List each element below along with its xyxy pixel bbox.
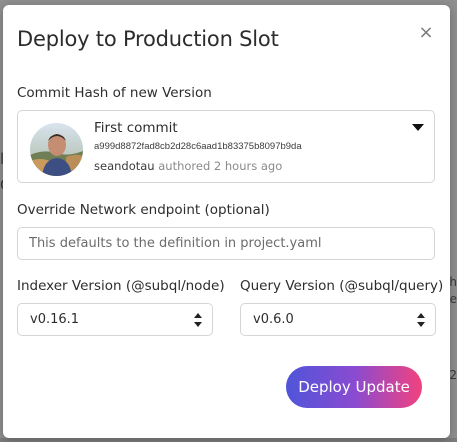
indexer-version-label: Indexer Version (@subql/node) [17, 278, 225, 294]
indexer-version-select[interactable]: v0.16.1 [17, 303, 213, 336]
up-down-arrows-icon [194, 313, 202, 327]
commit-hash-label: Commit Hash of new Version [17, 85, 212, 101]
query-version-label: Query Version (@subql/query) [240, 278, 444, 294]
commit-author: seandotau [94, 159, 155, 173]
close-icon[interactable]: × [416, 23, 436, 43]
avatar [30, 123, 83, 176]
up-down-arrows-icon [417, 313, 425, 327]
network-endpoint-input[interactable] [17, 227, 435, 260]
indexer-version-value: v0.16.1 [30, 312, 80, 327]
deploy-update-button[interactable]: Deploy Update [286, 366, 422, 408]
background-fragment: h [449, 275, 457, 289]
commit-title: First commit [94, 120, 178, 136]
commit-select[interactable]: First commit a999d8872fad8cb2d28c6aad1b8… [17, 110, 435, 183]
caret-down-icon[interactable] [412, 124, 424, 131]
background-bar [0, 438, 457, 442]
commit-meta: seandotau authored 2 hours ago [94, 159, 282, 173]
deploy-modal: Deploy to Production Slot × Commit Hash … [3, 5, 450, 438]
commit-time: authored 2 hours ago [158, 159, 283, 173]
background-fragment: e [449, 292, 457, 306]
modal-title: Deploy to Production Slot [17, 27, 279, 51]
query-version-select[interactable]: v0.6.0 [240, 303, 436, 336]
commit-hash: a999d8872fad8cb2d28c6aad1b83375b8097b9da [94, 141, 302, 152]
query-version-value: v0.6.0 [253, 312, 294, 327]
network-endpoint-label: Override Network endpoint (optional) [17, 202, 270, 218]
background-fragment: 2 [449, 368, 457, 382]
